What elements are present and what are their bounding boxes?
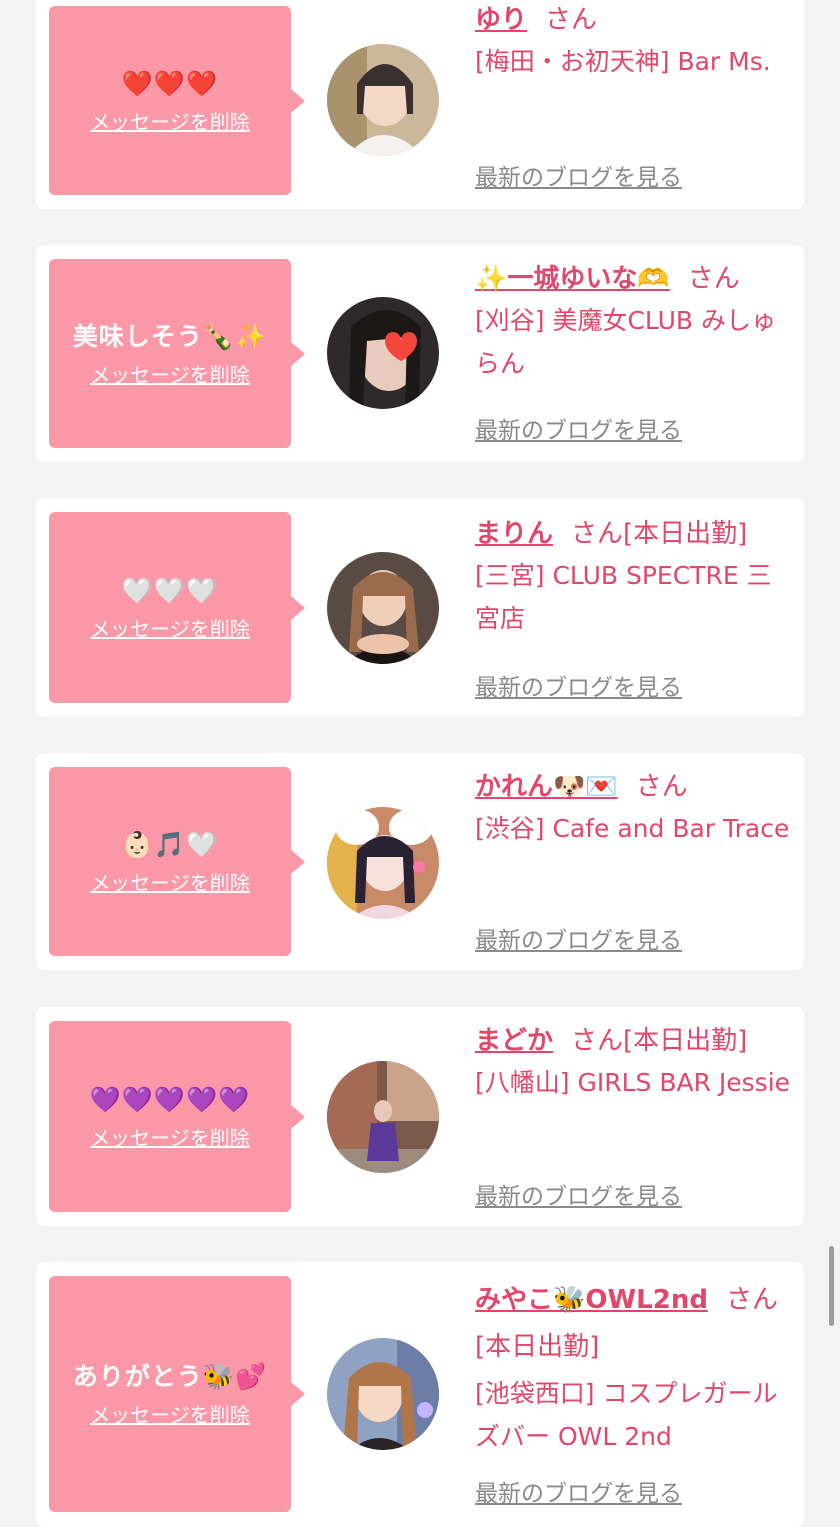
delete-message-link[interactable]: メッセージを削除 [90,109,250,135]
shop-name: [渋谷] Cafe and Bar Trace [475,814,790,843]
avatar[interactable] [327,1061,439,1173]
message-bubble: 💜💜💜💜💜 メッセージを削除 [49,1021,305,1212]
cast-name-link[interactable]: かれん🐶💌 [475,772,618,802]
san-label: さん [635,772,688,802]
message-card: 🤍🤍🤍 メッセージを削除 まりん さん[本日出勤] [三宮] CLUB SPECT… [36,498,804,717]
latest-blog-link[interactable]: 最新のブログを見る [475,1474,682,1508]
delete-message-link[interactable]: メッセージを削除 [90,1125,250,1151]
san-label: さん [687,264,740,294]
san-label: さん[本日出勤] [571,1026,748,1056]
shop-name: [梅田・お初天神] Bar Ms. [475,47,771,76]
cast-name-link[interactable]: みやこ🐝OWL2nd [475,1285,708,1315]
message-text: 👶🏻🎵🤍 [121,829,219,859]
message-text: ❤️❤️❤️ [121,68,219,98]
shop-name: [八幡山] GIRLS BAR Jessie [475,1068,791,1097]
message-bubble: 🤍🤍🤍 メッセージを削除 [49,512,305,703]
cast-name-link[interactable]: まりん [475,519,553,549]
cast-name-link[interactable]: ✨一城ゆいな🫶 [475,264,670,294]
message-text: ありがとう🐝💕 [72,1362,268,1391]
cast-name-link[interactable]: ゆり [475,5,527,35]
cast-info: ゆり さん [梅田・お初天神] Bar Ms. 最新のブログを見る [475,0,795,191]
cast-info: みやこ🐝OWL2nd さん[本日出勤] [池袋西口] コスプレガールズバー OWL… [475,1278,795,1507]
avatar[interactable] [327,1338,439,1450]
message-card: ありがとう🐝💕 メッセージを削除 みやこ🐝OWL2nd さん[本日出勤] [池袋西… [36,1262,804,1527]
scrollbar[interactable] [829,1246,834,1326]
message-text: 💜💜💜💜💜 [89,1084,251,1114]
delete-message-link[interactable]: メッセージを削除 [90,616,250,642]
cast-info: ✨一城ゆいな🫶 さん [刈谷] 美魔女CLUB みしゅらん 最新のブログを見る [475,259,795,444]
cast-info: まどか さん[本日出勤] [八幡山] GIRLS BAR Jessie 最新のブロ… [475,1021,795,1210]
shop-name: [池袋西口] コスプレガールズバー OWL 2nd [475,1379,778,1451]
latest-blog-link[interactable]: 最新のブログを見る [475,668,682,702]
avatar[interactable] [327,44,439,156]
message-bubble: ❤️❤️❤️ メッセージを削除 [49,6,305,195]
message-card: 💜💜💜💜💜 メッセージを削除 まどか さん[本日出勤] [八幡山] GIRLS B… [36,1007,804,1226]
cast-info: かれん🐶💌 さん [渋谷] Cafe and Bar Trace 最新のブログを見… [475,767,795,954]
san-label: さん [545,5,598,35]
message-card: 👶🏻🎵🤍 メッセージを削除 かれん🐶💌 さん [渋谷] Cafe and Bar … [36,753,804,970]
message-text: 🤍🤍🤍 [121,575,219,605]
message-card: ❤️❤️❤️ メッセージを削除 ゆり さん [梅田・お初天神] Bar Ms. 最… [36,0,804,209]
latest-blog-link[interactable]: 最新のブログを見る [475,1177,682,1211]
san-label: さん[本日出勤] [571,519,748,549]
delete-message-link[interactable]: メッセージを削除 [90,362,250,388]
message-bubble: 👶🏻🎵🤍 メッセージを削除 [49,767,305,956]
latest-blog-link[interactable]: 最新のブログを見る [475,921,682,955]
message-text: 美味しそう🍾✨ [72,321,268,351]
cast-name-link[interactable]: まどか [475,1026,553,1056]
avatar[interactable] [327,807,439,919]
latest-blog-link[interactable]: 最新のブログを見る [475,158,682,192]
shop-name: [刈谷] 美魔女CLUB みしゅらん [475,306,776,378]
delete-message-link[interactable]: メッセージを削除 [90,1402,250,1428]
avatar[interactable] [327,297,439,409]
delete-message-link[interactable]: メッセージを削除 [90,870,250,896]
message-bubble: ありがとう🐝💕 メッセージを削除 [49,1276,305,1512]
cast-info: まりん さん[本日出勤] [三宮] CLUB SPECTRE 三宮店 最新のブログ… [475,514,795,701]
shop-name: [三宮] CLUB SPECTRE 三宮店 [475,561,772,633]
avatar[interactable] [327,552,439,664]
message-bubble: 美味しそう🍾✨ メッセージを削除 [49,259,305,448]
message-card: 美味しそう🍾✨ メッセージを削除 ✨一城ゆいな🫶 さん [刈谷] 美魔女CLUB … [36,245,804,462]
latest-blog-link[interactable]: 最新のブログを見る [475,411,682,445]
